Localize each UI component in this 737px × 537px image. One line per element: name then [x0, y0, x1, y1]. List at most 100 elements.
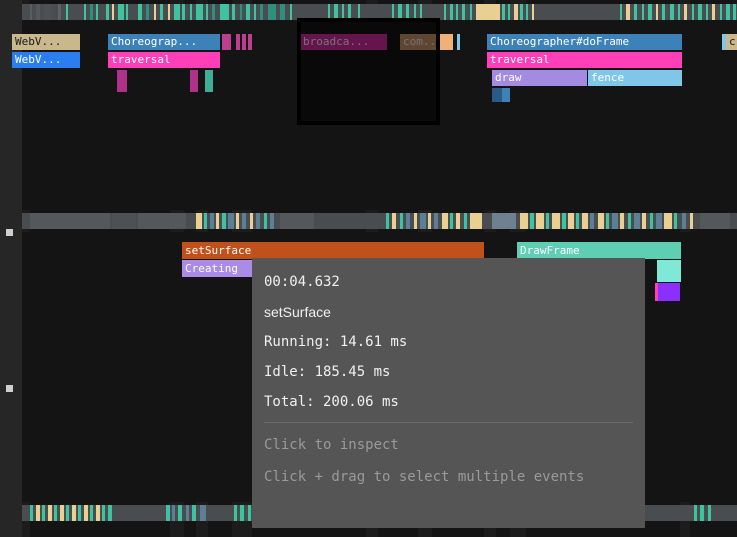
overview-tick: [698, 4, 702, 20]
overview-tick: [228, 213, 234, 229]
overview-tick: [420, 213, 426, 229]
overview-tick: [60, 505, 64, 521]
overview-tick: [36, 505, 40, 521]
overview-tick: [612, 213, 618, 229]
overview-tick: [90, 505, 93, 521]
overview-tick: [642, 4, 644, 20]
middle-overview-strip[interactable]: [22, 213, 737, 229]
slice-block[interactable]: [242, 34, 246, 50]
tooltip-hint-inspect: Click to inspect: [264, 437, 399, 453]
slice-choreograp[interactable]: Choreograp...: [108, 34, 220, 50]
overview-tick: [532, 4, 534, 20]
slice-block[interactable]: [657, 260, 681, 282]
slice-block[interactable]: [236, 34, 240, 50]
overview-tick: [250, 213, 253, 229]
tooltip-divider: [264, 422, 633, 423]
overview-tick: [450, 4, 453, 20]
overview-tick: [174, 4, 180, 20]
overview-tick: [280, 213, 314, 229]
slice-c[interactable]: c: [726, 34, 737, 50]
slice-fence[interactable]: fence: [588, 70, 682, 86]
overview-tick: [154, 4, 156, 20]
overview-tick: [102, 505, 105, 521]
slice-choreographer-doframe[interactable]: Choreographer#doFrame: [487, 34, 682, 50]
overview-tick: [256, 213, 260, 229]
overview-tick: [400, 213, 403, 229]
overview-tick: [450, 213, 453, 229]
overview-tick: [712, 4, 715, 20]
overview-tick: [264, 213, 267, 229]
overview-tick: [526, 4, 528, 20]
overview-tick: [700, 213, 730, 229]
overview-tick: [464, 213, 467, 229]
slice-block[interactable]: [190, 70, 198, 92]
overview-tick: [260, 4, 263, 20]
event-tooltip: 00:04.632 setSurface Running: 14.61 ms I…: [252, 258, 645, 528]
slice-block[interactable]: [439, 34, 453, 50]
overview-tick: [280, 4, 285, 20]
overview-tick: [30, 505, 33, 521]
overview-tick: [178, 505, 182, 521]
overview-tick: [118, 4, 124, 20]
overview-tick: [634, 4, 637, 20]
slice-block[interactable]: [457, 34, 460, 50]
slice-block[interactable]: [658, 283, 680, 301]
slice-block[interactable]: [502, 88, 510, 102]
overview-tick: [84, 4, 86, 20]
selection-rectangle[interactable]: [297, 18, 440, 125]
slice-creating[interactable]: Creating: [182, 260, 254, 277]
slice-setsurface[interactable]: setSurface: [182, 242, 484, 259]
overview-tick: [664, 213, 672, 229]
overview-tick: [240, 4, 242, 20]
overview-tick: [444, 4, 446, 20]
slice-draw[interactable]: draw: [492, 70, 587, 86]
slice-block[interactable]: [248, 34, 252, 50]
overview-tick: [166, 505, 170, 521]
overview-tick: [514, 4, 518, 20]
overview-tick: [530, 213, 534, 229]
gutter-marker-1[interactable]: [6, 229, 13, 236]
overview-tick: [442, 213, 448, 229]
overview-tick: [708, 505, 711, 521]
overview-tick: [576, 213, 579, 229]
slice-block[interactable]: [205, 70, 213, 92]
slice-block[interactable]: [117, 70, 127, 92]
overview-tick: [172, 505, 175, 521]
overview-tick: [470, 213, 482, 229]
overview-tick: [634, 213, 640, 229]
overview-tick: [132, 4, 134, 20]
overview-tick: [706, 4, 708, 20]
overview-tick: [42, 505, 45, 521]
slice-traversal[interactable]: traversal: [487, 52, 682, 68]
overview-tick: [656, 213, 662, 229]
slice-webv[interactable]: WebV...: [12, 34, 80, 50]
gutter-marker-2[interactable]: [6, 385, 13, 392]
overview-tick: [386, 213, 389, 229]
overview-tick: [212, 4, 215, 20]
overview-tick: [682, 213, 686, 229]
overview-tick: [520, 4, 523, 20]
overview-tick: [78, 505, 81, 521]
overview-tick: [112, 213, 136, 229]
overview-tick: [36, 4, 40, 20]
overview-tick: [248, 505, 251, 521]
slice-block[interactable]: [222, 34, 231, 50]
overview-tick: [220, 4, 229, 20]
slice-block[interactable]: [492, 88, 502, 102]
overview-tick: [700, 505, 704, 521]
overview-tick: [48, 505, 52, 521]
overview-tick: [456, 4, 458, 20]
overview-tick: [96, 505, 100, 521]
slice-traversal[interactable]: traversal: [108, 52, 220, 68]
slice-drawframe[interactable]: DrawFrame: [517, 242, 681, 259]
overview-tick: [628, 213, 631, 229]
overview-tick: [138, 4, 142, 20]
overview-tick: [692, 4, 694, 20]
overview-tick: [242, 213, 246, 229]
overview-tick: [678, 4, 680, 20]
slice-webv[interactable]: WebV...: [12, 52, 80, 68]
overview-tick: [58, 4, 61, 20]
overview-tick: [54, 505, 57, 521]
overview-tick: [108, 505, 112, 521]
overview-tick: [72, 4, 74, 20]
